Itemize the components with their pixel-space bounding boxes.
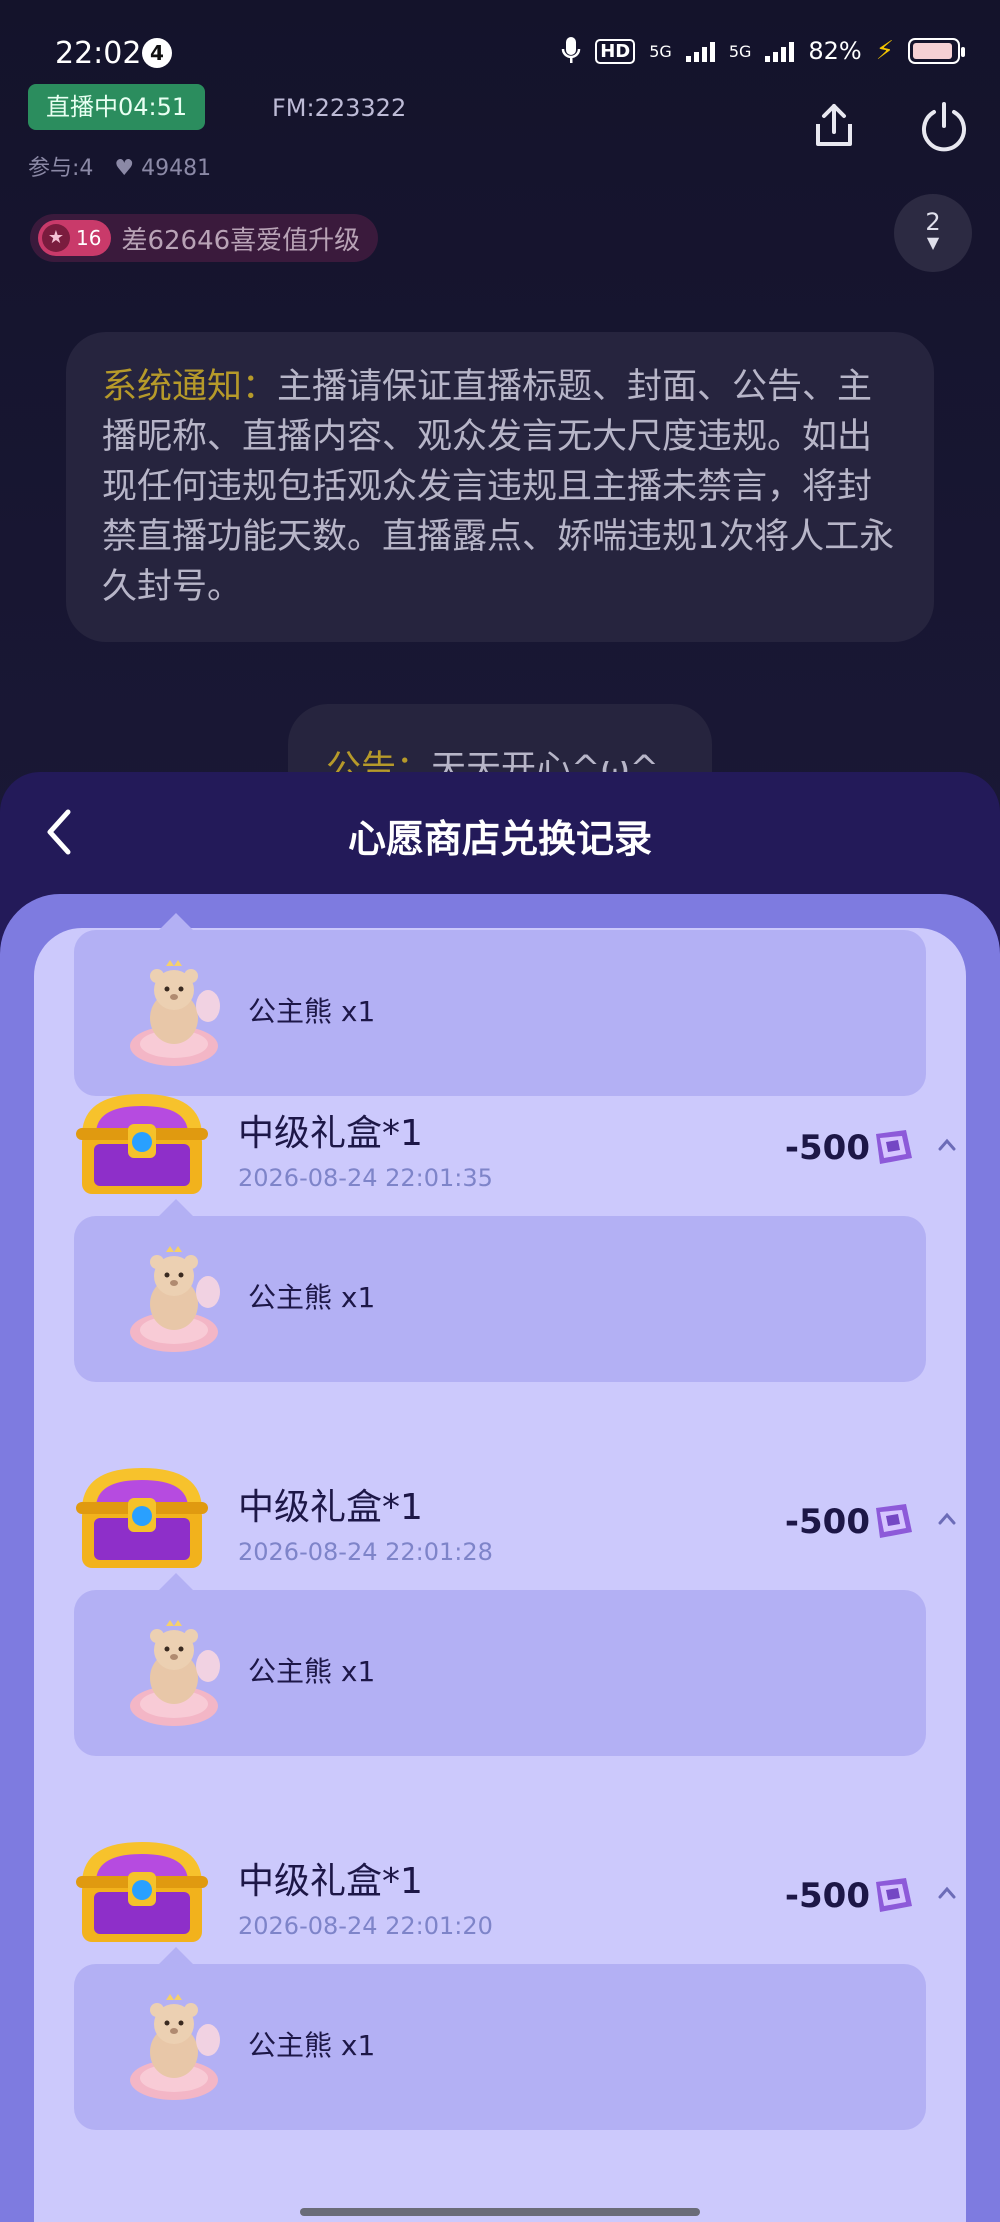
system-notice: 系统通知：主播请保证直播标题、封面、公告、主播昵称、直播内容、观众发言无大尺度违… (66, 332, 934, 642)
status-bar: 22:02 4 HD 5G 5G 82% ⚡ (0, 0, 1000, 80)
chevron-down-icon: ▼ (926, 233, 940, 252)
signal-icon (685, 40, 715, 62)
notification-count-badge: 4 (142, 38, 172, 68)
home-indicator[interactable] (300, 2208, 700, 2216)
level-number: 16 (76, 226, 102, 250)
clock: 22:02 (55, 36, 142, 71)
chevron-up-icon[interactable] (932, 1130, 962, 1160)
record-amount: -500 (784, 1502, 870, 1542)
gem-icon (876, 1130, 912, 1164)
network-label-2: 5G (728, 41, 752, 61)
notice-label: 系统通知： (102, 367, 278, 407)
detail-item-name: 公主熊 x1 (248, 1655, 376, 1688)
gem-icon (876, 1878, 912, 1912)
sheet-title: 心愿商店兑换记录 (347, 817, 652, 861)
record-date: 2026-08-24 22:01:20 (238, 1912, 493, 1940)
level-badge: ★ 16 (38, 220, 112, 256)
battery-icon (908, 38, 965, 64)
record-detail: 公主熊 x1 (74, 1590, 926, 1756)
detail-item-name: 公主熊 x1 (248, 2029, 376, 2062)
participants-count: 参与:4 (28, 156, 94, 181)
star-icon: ★ (42, 224, 70, 252)
battery-percent: 82% (808, 37, 862, 65)
treasure-chest-icon (76, 1468, 208, 1568)
treasure-chest-icon (76, 1842, 208, 1942)
chevron-up-icon[interactable] (932, 1878, 962, 1908)
record-date: 2026-08-24 22:01:28 (238, 1538, 493, 1566)
signal-icon-2 (765, 40, 795, 62)
record-name: 中级礼盒*1 (238, 1861, 423, 1902)
microphone-icon (561, 37, 581, 63)
record-date: 2026-08-24 22:01:35 (238, 1164, 493, 1192)
record-amount: -500 (784, 1876, 870, 1916)
hd-icon: HD (595, 38, 636, 64)
princess-bear-icon (130, 1246, 220, 1352)
princess-bear-icon (130, 960, 220, 1066)
power-icon[interactable] (916, 98, 972, 154)
detail-item-name: 公主熊 x1 (248, 1281, 376, 1314)
record-detail: 公主熊 x1 (74, 1216, 926, 1382)
viewer-count-button[interactable]: 2 ▼ (894, 194, 972, 272)
detail-item-name: 公主熊 x1 (248, 995, 376, 1028)
princess-bear-icon (130, 1994, 220, 2100)
princess-bear-icon (130, 1620, 220, 1726)
level-progress-pill[interactable]: ★ 16 差62646喜爱值升级 (30, 214, 379, 262)
fm-id: FM:223322 (272, 94, 407, 122)
record-name: 中级礼盒*1 (238, 1113, 423, 1154)
record-detail: 公主熊 x1 (74, 930, 926, 1096)
gem-icon (876, 1504, 912, 1538)
exchange-record-sheet: 心愿商店兑换记录 公主熊 x1 中级礼盒*1 2026-08-24 22:01:… (0, 772, 1000, 2222)
treasure-chest-icon (76, 1094, 208, 1194)
status-icons: HD 5G 5G 82% ⚡ (561, 36, 965, 66)
level-progress-text: 差62646喜爱值升级 (121, 225, 361, 256)
record-detail: 公主熊 x1 (74, 1964, 926, 2130)
room-meta: 参与:4 ♥ 49481 (28, 150, 211, 182)
record-amount: -500 (784, 1128, 870, 1168)
record-name: 中级礼盒*1 (238, 1487, 423, 1528)
live-status-pill: 直播中04:51 (28, 84, 206, 130)
chevron-up-icon[interactable] (932, 1504, 962, 1534)
likes-count: 49481 (141, 156, 212, 181)
network-label-1: 5G (649, 41, 672, 61)
viewer-count: 2 (925, 208, 941, 236)
heart-icon: ♥ (114, 156, 135, 181)
record-list[interactable]: 公主熊 x1 中级礼盒*1 2026-08-24 22:01:35 -500 公… (34, 928, 966, 2222)
share-icon[interactable] (806, 98, 862, 154)
charging-icon: ⚡ (875, 36, 894, 66)
